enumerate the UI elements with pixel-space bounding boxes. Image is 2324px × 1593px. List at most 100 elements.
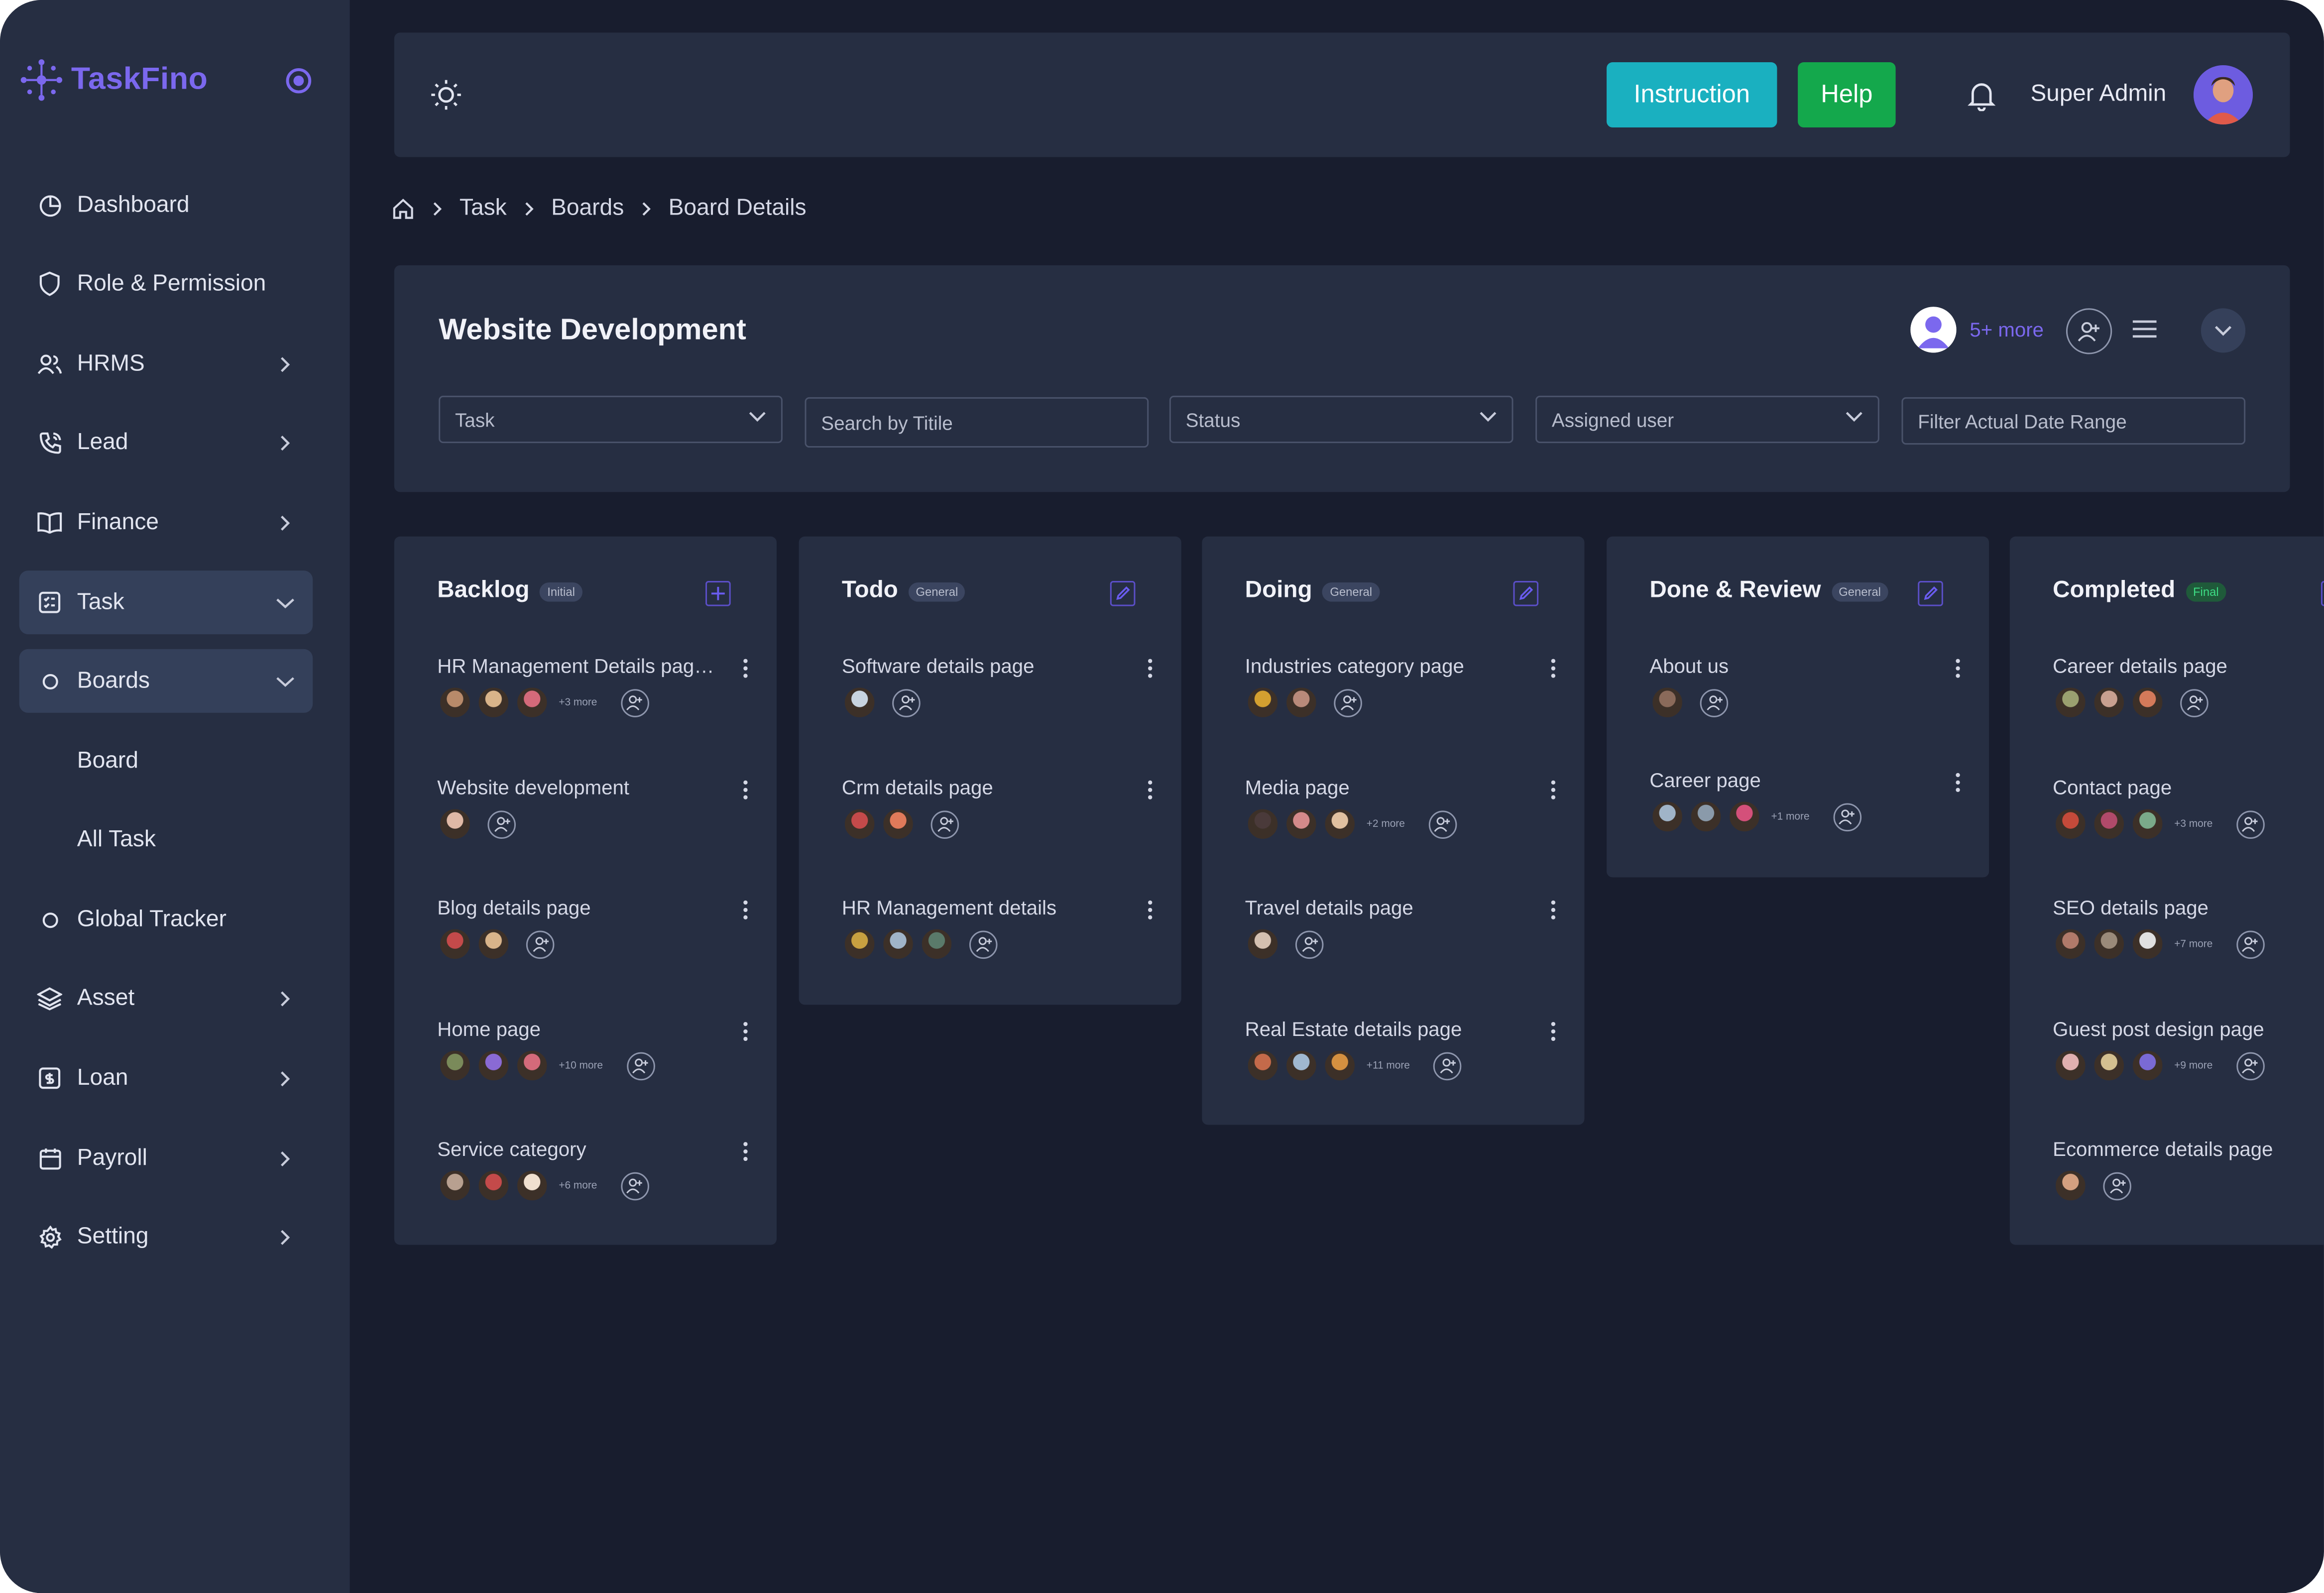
date-range-input[interactable]: Filter Actual Date Range (1901, 397, 2246, 445)
add-assignee-icon[interactable] (2236, 930, 2265, 958)
more-vertical-icon[interactable] (1147, 780, 1153, 800)
avatar[interactable] (2129, 684, 2166, 720)
sidebar-item-loan[interactable]: Loan (19, 1046, 313, 1110)
edit-column-icon[interactable] (1918, 580, 1943, 606)
avatar[interactable] (1649, 684, 1685, 720)
avatar[interactable] (437, 684, 473, 720)
add-assignee-icon[interactable] (1433, 1051, 1462, 1080)
sidebar-item-boards[interactable]: Boards (19, 649, 313, 713)
theme-toggle-sun-icon[interactable] (430, 79, 462, 111)
task-select[interactable]: Task (439, 395, 783, 444)
avatar[interactable] (2129, 1047, 2166, 1084)
more-vertical-icon[interactable] (742, 900, 748, 920)
avatar[interactable] (475, 1047, 512, 1084)
avatar[interactable] (2091, 1047, 2127, 1084)
more-vertical-icon[interactable] (742, 1141, 748, 1162)
breadcrumb-boards[interactable]: Boards (551, 196, 624, 223)
avatar[interactable] (2053, 926, 2089, 962)
more-vertical-icon[interactable] (1147, 900, 1153, 920)
add-assignee-icon[interactable] (930, 809, 959, 838)
add-task-plus-icon[interactable] (705, 580, 731, 606)
add-assignee-icon[interactable] (526, 930, 555, 958)
avatar[interactable] (1322, 806, 1358, 842)
status-select[interactable]: Status (1169, 395, 1513, 444)
more-vertical-icon[interactable] (1550, 658, 1556, 679)
avatar[interactable] (1245, 684, 1281, 720)
more-vertical-icon[interactable] (742, 1021, 748, 1042)
add-assignee-icon[interactable] (1334, 688, 1362, 717)
member-avatar[interactable] (1910, 307, 1957, 353)
task-card[interactable]: Media page +2 more (1245, 777, 1556, 842)
sidebar-item-dashboard[interactable]: Dashboard (19, 173, 313, 237)
avatar[interactable] (841, 926, 878, 962)
more-assignees-count[interactable]: +2 more (1367, 819, 1405, 829)
add-assignee-icon[interactable] (2236, 809, 2265, 838)
sidebar-item-lead[interactable]: Lead (19, 411, 313, 474)
more-assignees-count[interactable]: +10 more (559, 1060, 603, 1071)
sidebar-item-hrms[interactable]: HRMS (19, 332, 313, 396)
sidebar-item-setting[interactable]: Setting (19, 1205, 313, 1268)
more-vertical-icon[interactable] (742, 780, 748, 800)
avatar[interactable] (1283, 684, 1319, 720)
task-card[interactable]: HR Management details (841, 897, 1153, 962)
sidebar-item-role-and-permission[interactable]: Role & Permission (19, 252, 313, 316)
avatar[interactable] (2053, 1047, 2089, 1084)
add-assignee-icon[interactable] (2180, 688, 2208, 717)
task-card[interactable]: Software details page (841, 655, 1153, 720)
add-assignee-icon[interactable] (2236, 1051, 2265, 1080)
more-assignees-count[interactable]: +6 more (559, 1180, 597, 1191)
avatar[interactable] (1322, 1047, 1358, 1084)
avatar[interactable] (514, 684, 550, 720)
add-assignee-icon[interactable] (620, 688, 649, 717)
avatar[interactable] (841, 806, 878, 842)
add-assignee-icon[interactable] (487, 809, 516, 838)
logo[interactable]: TaskFino (18, 56, 208, 104)
sidebar-item-board[interactable]: Board (19, 729, 313, 793)
task-card[interactable]: Crm details page (841, 777, 1153, 842)
avatar[interactable] (1649, 798, 1685, 835)
avatar[interactable] (2053, 1167, 2089, 1204)
more-assignees-count[interactable]: +7 more (2174, 939, 2212, 949)
task-card[interactable]: Industries category page (1245, 655, 1556, 720)
avatar[interactable] (2091, 684, 2127, 720)
avatar[interactable] (880, 926, 916, 962)
add-assignee-icon[interactable] (626, 1051, 655, 1080)
sidebar-toggle-icon[interactable] (286, 68, 312, 94)
search-title-input[interactable]: Search by Titile (805, 397, 1149, 448)
more-vertical-icon[interactable] (1550, 780, 1556, 800)
instruction-button[interactable]: Instruction (1607, 62, 1777, 128)
avatar[interactable] (2091, 806, 2127, 842)
more-assignees-count[interactable]: +3 more (2174, 819, 2212, 829)
avatar[interactable] (514, 1167, 550, 1204)
avatar[interactable] (880, 806, 916, 842)
task-card[interactable]: Guest post design page +9 more (2053, 1018, 2324, 1084)
avatar[interactable] (2053, 806, 2089, 842)
edit-column-icon[interactable] (2321, 580, 2324, 606)
bell-icon[interactable] (1967, 80, 1996, 112)
add-member-icon[interactable] (2066, 308, 2112, 354)
more-vertical-icon[interactable] (1955, 772, 1961, 793)
sidebar-item-asset[interactable]: Asset (19, 966, 313, 1030)
avatar[interactable] (2129, 806, 2166, 842)
sidebar-item-finance[interactable]: Finance (19, 490, 313, 554)
add-assignee-icon[interactable] (1428, 809, 1457, 838)
sidebar-item-global-tracker[interactable]: Global Tracker (19, 888, 313, 951)
task-card[interactable]: Website development (437, 777, 748, 842)
more-assignees-count[interactable]: +3 more (559, 697, 597, 708)
avatar[interactable] (1245, 1047, 1281, 1084)
avatar[interactable] (2129, 926, 2166, 962)
task-card[interactable]: Home page +10 more (437, 1018, 748, 1084)
sidebar-item-all-task[interactable]: All Task (19, 807, 313, 871)
avatar[interactable] (1283, 806, 1319, 842)
edit-column-icon[interactable] (1110, 580, 1136, 606)
avatar[interactable] (514, 1047, 550, 1084)
avatar[interactable] (841, 684, 878, 720)
avatar[interactable] (437, 1047, 473, 1084)
avatar[interactable] (1688, 798, 1724, 835)
task-card[interactable]: About us (1649, 655, 1961, 720)
more-assignees-count[interactable]: +1 more (1771, 811, 1810, 822)
task-card[interactable]: Blog details page (437, 897, 748, 962)
task-card[interactable]: Career details page (2053, 655, 2324, 720)
task-card[interactable]: Service category +6 more (437, 1138, 748, 1204)
task-card[interactable]: Ecommerce details page (2053, 1138, 2324, 1204)
